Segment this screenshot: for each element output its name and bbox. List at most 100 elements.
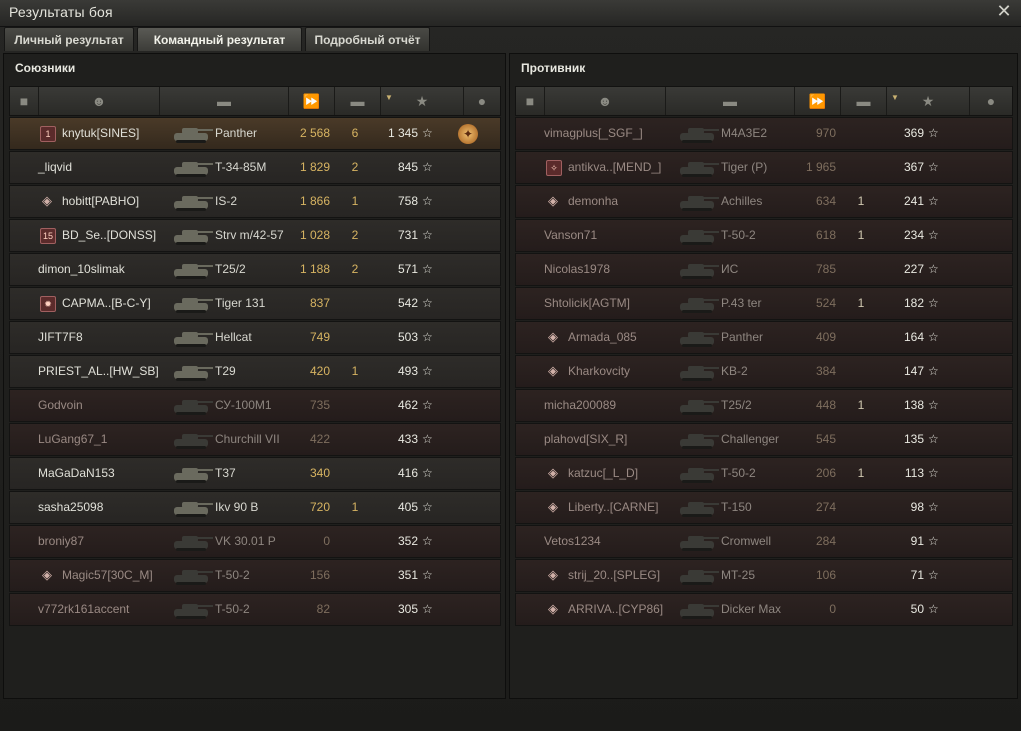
table-row[interactable]: plahovd[SIX_R] Challenger 545 135 ☆ — [515, 423, 1013, 456]
vehicle-name: VK 30.01 P — [215, 534, 276, 548]
table-row[interactable]: ◈ strij_20..[SPLEG] MT-25 106 71 ☆ — [515, 559, 1013, 592]
table-row[interactable]: ◈ Liberty..[CARNE] T-150 274 98 ☆ — [515, 491, 1013, 524]
xp-value: 305 — [397, 602, 418, 616]
tank-icon[interactable]: ▬ — [666, 87, 795, 115]
window-title: Результаты боя — [9, 4, 113, 20]
tab-personal-result[interactable]: Личный результат — [4, 27, 134, 51]
player-name[interactable]: Kharkovcity — [568, 356, 630, 387]
close-icon[interactable]: ✕ — [995, 1, 1013, 21]
player-name[interactable]: broniy87 — [38, 526, 84, 557]
frags-value: 2 — [351, 160, 359, 174]
player-name[interactable]: plahovd[SIX_R] — [544, 424, 627, 455]
platoon-icon[interactable]: ■ — [516, 87, 545, 115]
table-row[interactable]: ◈ katzuc[_L_D] T-50-2 206 1 113 ☆ — [515, 457, 1013, 490]
table-row[interactable]: broniy87 VK 30.01 P 0 352 ☆ — [9, 525, 501, 558]
table-row[interactable]: Shtolicik[AGTM] P.43 ter 524 1 182 ☆ — [515, 287, 1013, 320]
player-name[interactable]: Godvoin — [38, 390, 83, 421]
player-name[interactable]: Vetos1234 — [544, 526, 601, 557]
damage-icon[interactable]: ⏩ — [795, 87, 841, 115]
table-row[interactable]: 15 BD_Se..[DONSS] Strv m/42-57 1 028 2 731 ☆ — [9, 219, 501, 252]
player-name[interactable]: ARRIVA..[CYP86] — [568, 594, 663, 625]
tank-icon — [170, 359, 214, 384]
damage-icon[interactable]: ⏩ — [289, 87, 335, 115]
vehicle-name: ИС — [721, 262, 739, 276]
table-row[interactable]: _liqvid T-34-85M 1 829 2 845 ☆ — [9, 151, 501, 184]
table-row[interactable]: vimagplus[_SGF_] M4A3E2 970 369 ☆ — [515, 117, 1013, 150]
player-name[interactable]: katzuc[_L_D] — [568, 458, 638, 489]
frags-icon[interactable]: ▬ — [335, 87, 381, 115]
player-name[interactable]: knytuk[SINES] — [62, 118, 139, 149]
player-name[interactable]: Liberty..[CARNE] — [568, 492, 658, 523]
player-name[interactable]: strij_20..[SPLEG] — [568, 560, 660, 591]
player-name[interactable]: hobitt[PABHO] — [62, 186, 139, 217]
player-icon[interactable]: ☻ — [545, 87, 666, 115]
table-row[interactable]: v772rk161accent T-50-2 82 305 ☆ — [9, 593, 501, 626]
table-row[interactable]: ◈ demonha Achilles 634 1 241 ☆ — [515, 185, 1013, 218]
player-name[interactable]: vimagplus[_SGF_] — [544, 118, 643, 149]
xp-star-icon[interactable]: ★ ▼ — [887, 87, 970, 115]
frags-icon[interactable]: ▬ — [841, 87, 887, 115]
table-row[interactable]: dimon_10slimak T25/2 1 188 2 571 ☆ — [9, 253, 501, 286]
table-row[interactable]: Godvoin СУ-100М1 735 462 ☆ — [9, 389, 501, 422]
xp-star-icon: ☆ — [422, 432, 433, 446]
xp-star-icon: ☆ — [422, 568, 433, 582]
player-name[interactable]: JIFT7F8 — [38, 322, 83, 353]
player-name[interactable]: v772rk161accent — [38, 594, 129, 625]
tab-team-result[interactable]: Командный результат — [137, 27, 302, 51]
damage-value: 785 — [815, 262, 836, 276]
player-name[interactable]: Vanson71 — [544, 220, 597, 251]
player-name[interactable]: antikva..[MEND_] — [568, 152, 661, 183]
player-name[interactable]: _liqvid — [38, 152, 72, 183]
table-row[interactable]: ◈ Kharkovcity KB-2 384 147 ☆ — [515, 355, 1013, 388]
player-name[interactable]: Armada_085 — [568, 322, 637, 353]
player-name[interactable]: LuGang67_1 — [38, 424, 107, 455]
tab-detailed-report[interactable]: Подробный отчёт — [305, 27, 430, 51]
player-name[interactable]: BD_Se..[DONSS] — [62, 220, 156, 251]
achievement-medal-icon[interactable]: ✦ — [458, 124, 478, 144]
table-row[interactable]: ✹ CAPMA..[B-C-Y] Tiger 131 837 542 ☆ — [9, 287, 501, 320]
player-name[interactable]: Magic57[30C_M] — [62, 560, 153, 591]
player-name[interactable]: demonha — [568, 186, 618, 217]
table-row[interactable]: ◈ Magic57[30C_M] T-50-2 156 351 ☆ — [9, 559, 501, 592]
table-row[interactable]: ✧ antikva..[MEND_] Tiger (P) 1 965 367 ☆ — [515, 151, 1013, 184]
table-row[interactable]: sasha25098 Ikv 90 B 720 1 405 ☆ — [9, 491, 501, 524]
table-row[interactable]: 1 knytuk[SINES] Panther 2 568 6 1 345 ☆ ✦ — [9, 117, 501, 150]
xp-value: 845 — [397, 160, 418, 174]
player-name[interactable]: Nicolas1978 — [544, 254, 610, 285]
table-row[interactable]: LuGang67_1 Churchill VII 422 433 ☆ — [9, 423, 501, 456]
player-name[interactable]: MaGaDaN153 — [38, 458, 115, 489]
frags-value: 6 — [351, 126, 359, 140]
player-name[interactable]: Shtolicik[AGTM] — [544, 288, 630, 319]
player-name[interactable]: PRIEST_AL..[HW_SB] — [38, 356, 159, 387]
frags-value — [846, 356, 876, 387]
table-row[interactable]: Vetos1234 Cromwell 284 91 ☆ — [515, 525, 1013, 558]
player-name[interactable]: dimon_10slimak — [38, 254, 125, 285]
xp-star-icon: ☆ — [422, 602, 433, 616]
table-row[interactable]: ◈ Armada_085 Panther 409 164 ☆ — [515, 321, 1013, 354]
vehicle-name: T-50-2 — [721, 228, 756, 242]
table-row[interactable]: micha200089 T25/2 448 1 138 ☆ — [515, 389, 1013, 422]
damage-value: 422 — [309, 432, 330, 446]
xp-star-icon[interactable]: ★ ▼ — [381, 87, 464, 115]
player-name[interactable]: micha200089 — [544, 390, 616, 421]
medal-icon[interactable]: ● — [970, 87, 1012, 115]
table-row[interactable]: ◈ ARRIVA..[CYP86] Dicker Max 0 50 ☆ — [515, 593, 1013, 626]
xp-value: 433 — [397, 432, 418, 446]
player-name[interactable]: sasha25098 — [38, 492, 103, 523]
platoon-icon[interactable]: ■ — [10, 87, 39, 115]
table-row[interactable]: JIFT7F8 Hellcat 749 503 ☆ — [9, 321, 501, 354]
table-row[interactable]: PRIEST_AL..[HW_SB] T29 420 1 493 ☆ — [9, 355, 501, 388]
xp-star-icon: ☆ — [928, 500, 939, 514]
vehicle-name: Ikv 90 B — [215, 500, 259, 514]
medal-icon[interactable]: ● — [464, 87, 500, 115]
table-row[interactable]: MaGaDaN153 T37 340 416 ☆ — [9, 457, 501, 490]
tank-icon[interactable]: ▬ — [160, 87, 289, 115]
xp-value: 227 — [903, 262, 924, 276]
table-row[interactable]: Vanson71 T-50-2 618 1 234 ☆ — [515, 219, 1013, 252]
frags-value: 1 — [351, 500, 359, 514]
table-row[interactable]: Nicolas1978 ИС 785 227 ☆ — [515, 253, 1013, 286]
player-icon[interactable]: ☻ — [39, 87, 160, 115]
table-row[interactable]: ◈ hobitt[PABHO] IS-2 1 866 1 758 ☆ — [9, 185, 501, 218]
player-name[interactable]: CAPMA..[B-C-Y] — [62, 288, 151, 319]
damage-value: 106 — [815, 568, 836, 582]
